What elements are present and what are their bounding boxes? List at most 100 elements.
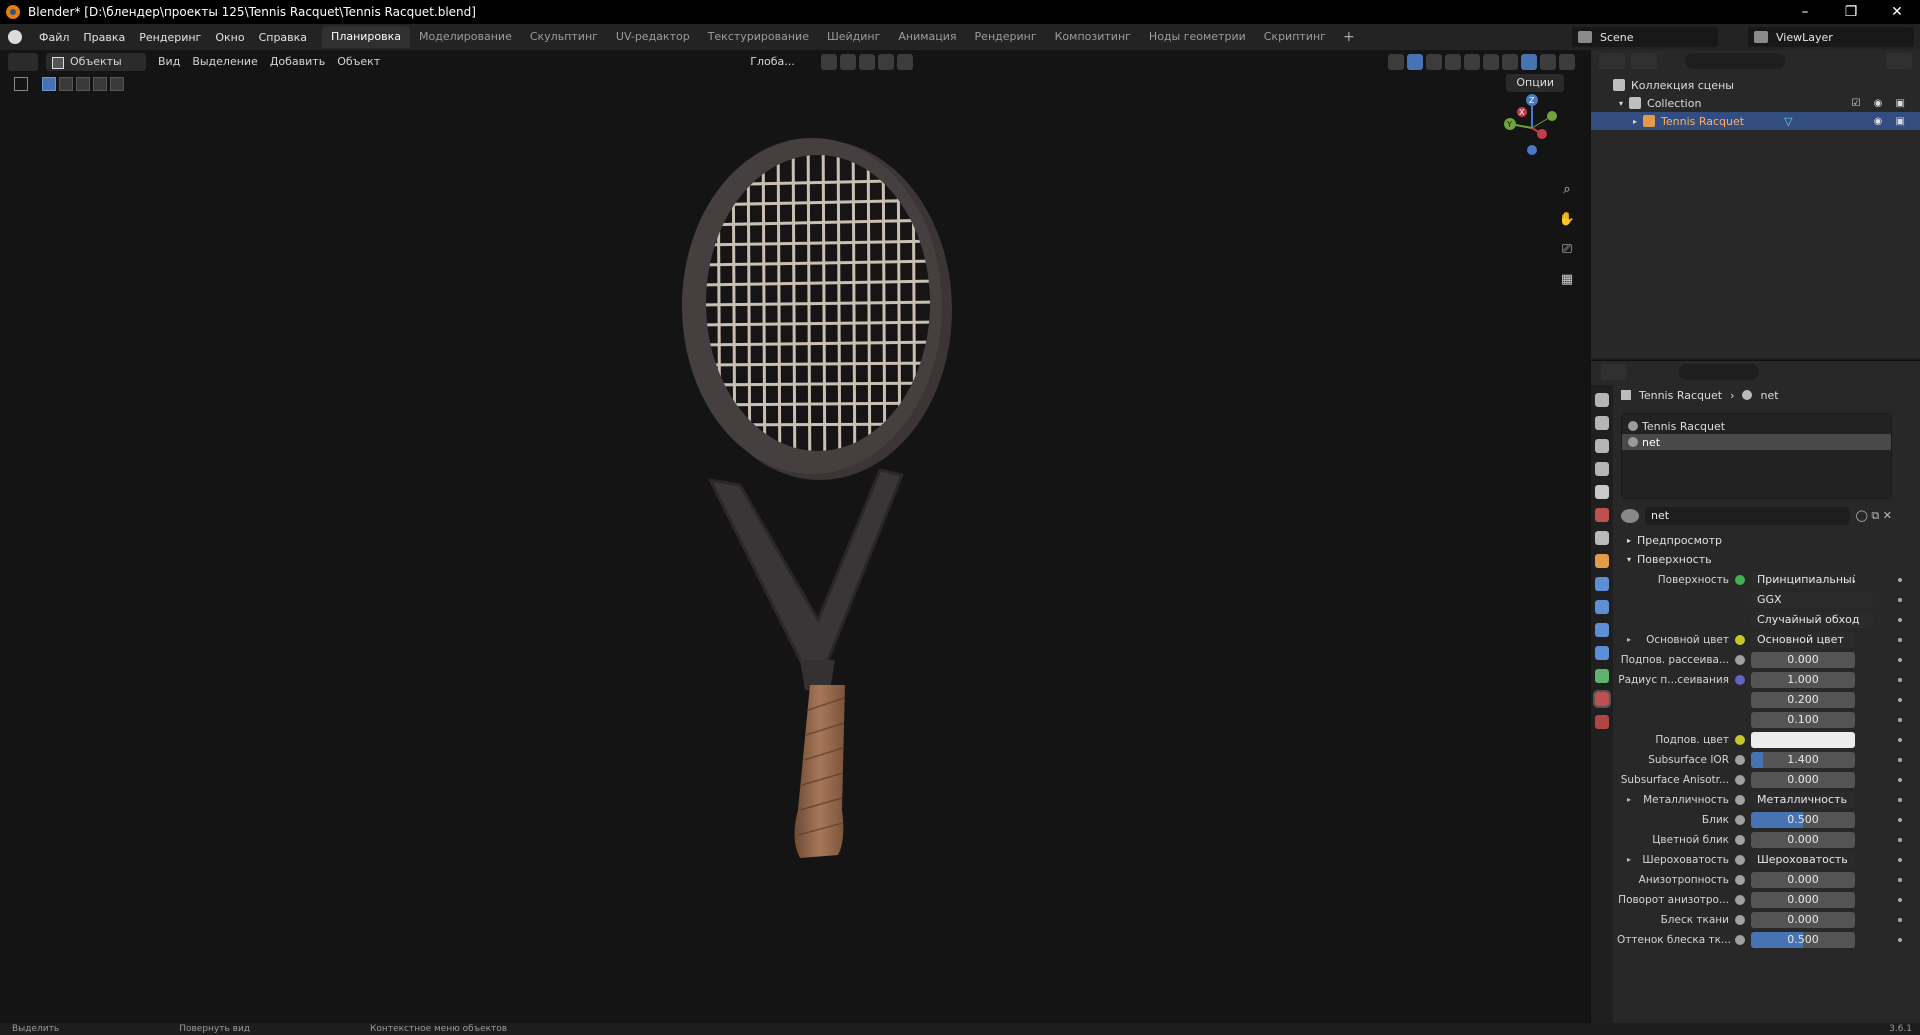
socket-icon[interactable] — [1735, 835, 1745, 845]
socket-icon[interactable] — [1735, 935, 1745, 945]
keyframe-dot-icon[interactable] — [1898, 858, 1902, 862]
view-layer-tab-icon[interactable] — [1595, 462, 1609, 476]
texture-tab-icon[interactable] — [1595, 715, 1609, 729]
pause-icon[interactable] — [1559, 54, 1575, 70]
wireframe-shading-icon[interactable] — [1464, 54, 1480, 70]
keyframe-dot-icon[interactable] — [1898, 738, 1902, 742]
section-surface[interactable]: ▾ Поверхность — [1617, 550, 1920, 569]
tab-scripting[interactable]: Скриптинг — [1255, 26, 1335, 48]
menu-view[interactable]: Вид — [152, 53, 186, 71]
xray-icon[interactable] — [1445, 54, 1461, 70]
number-field[interactable]: 0.000 — [1751, 872, 1855, 888]
select-subtract-icon[interactable] — [76, 77, 90, 91]
tab-modeling[interactable]: Моделирование — [410, 26, 521, 48]
pan-hand-icon[interactable]: ✋ — [1556, 208, 1578, 230]
menu-select[interactable]: Выделение — [186, 53, 264, 71]
pivot-icon[interactable] — [820, 54, 837, 70]
editor-type-button[interactable] — [8, 53, 38, 71]
particles-tab-icon[interactable] — [1595, 600, 1609, 614]
transform-orientation-dropdown[interactable]: Глоба... — [730, 53, 800, 71]
socket-icon[interactable] — [1735, 855, 1745, 865]
add-workspace-icon[interactable]: + — [1335, 29, 1363, 45]
world-tab-icon[interactable] — [1595, 508, 1609, 522]
disclosure-down-icon[interactable]: ▾ — [1619, 99, 1623, 108]
tab-uv-editing[interactable]: UV-редактор — [607, 26, 699, 48]
object-tab-icon[interactable] — [1595, 554, 1609, 568]
keyframe-dot-icon[interactable] — [1898, 658, 1902, 662]
tab-animation[interactable]: Анимация — [889, 26, 965, 48]
material-name-field[interactable]: net — [1645, 507, 1850, 525]
outliner-editor-type-button[interactable] — [1599, 53, 1625, 69]
close-icon[interactable]: ✕ — [1874, 4, 1920, 20]
number-field[interactable]: 0.000 — [1751, 652, 1855, 668]
dropdown-field[interactable]: GGX — [1751, 592, 1873, 608]
render-tab-icon[interactable] — [1595, 416, 1609, 430]
scene-tab-icon[interactable] — [1595, 485, 1609, 499]
number-field[interactable]: 0.000 — [1751, 912, 1855, 928]
output-tab-icon[interactable] — [1595, 439, 1609, 453]
menu-edit[interactable]: Правка — [76, 31, 132, 44]
constraints-tab-icon[interactable] — [1595, 646, 1609, 660]
select-invert-icon[interactable] — [93, 77, 107, 91]
camera-icon[interactable]: ⎚ — [1556, 238, 1578, 260]
socket-icon[interactable] — [1735, 815, 1745, 825]
snap-target-icon[interactable] — [858, 54, 875, 70]
tab-compositing[interactable]: Композитинг — [1046, 26, 1140, 48]
select-extend-icon[interactable] — [59, 77, 73, 91]
falloff-icon[interactable] — [896, 54, 913, 70]
physics-tab-icon[interactable] — [1595, 623, 1609, 637]
tab-texture-paint[interactable]: Текстурирование — [699, 26, 818, 48]
number-field[interactable]: 0.000 — [1751, 892, 1855, 908]
linked-input-field[interactable]: Принципиальный BSDF — [1751, 572, 1855, 588]
data-tab-icon[interactable] — [1595, 669, 1609, 683]
outliner-display-mode-button[interactable] — [1631, 53, 1657, 69]
keyframe-dot-icon[interactable] — [1898, 898, 1902, 902]
material-browse-icon[interactable] — [1621, 509, 1639, 523]
expand-icon[interactable]: ▸ — [1627, 855, 1631, 864]
tab-rendering[interactable]: Рендеринг — [966, 26, 1046, 48]
keyframe-dot-icon[interactable] — [1898, 718, 1902, 722]
menu-object[interactable]: Объект — [331, 53, 386, 71]
keyframe-dot-icon[interactable] — [1898, 838, 1902, 842]
number-field[interactable]: 0.200 — [1751, 692, 1855, 708]
expand-icon[interactable]: ▸ — [1627, 635, 1631, 644]
linked-input-field[interactable]: Основной цвет — [1751, 632, 1855, 648]
grid-perspective-icon[interactable]: ▦ — [1556, 268, 1578, 290]
material-slot-list[interactable]: Tennis Racquet net — [1621, 413, 1892, 499]
dropdown-field[interactable]: Случайный обход — [1751, 612, 1873, 628]
socket-icon[interactable] — [1735, 915, 1745, 925]
gizmo-neg-x-icon[interactable] — [1537, 129, 1547, 139]
outliner-object-tennis-racquet[interactable]: ▸ Tennis Racquet ▽ ◉ ▣ — [1591, 112, 1920, 130]
outliner-scene-collection[interactable]: Коллекция сцены — [1591, 76, 1920, 94]
keyframe-dot-icon[interactable] — [1898, 758, 1902, 762]
gizmo-neg-z-icon[interactable] — [1527, 145, 1537, 155]
shading-options-icon[interactable] — [1540, 54, 1556, 70]
keyframe-dot-icon[interactable] — [1898, 878, 1902, 882]
minimize-icon[interactable]: – — [1782, 4, 1828, 20]
keyframe-dot-icon[interactable] — [1898, 938, 1902, 942]
linked-input-field[interactable]: Шероховатость — [1751, 852, 1855, 868]
tennis-racquet-render[interactable] — [640, 120, 1000, 860]
snap-icon[interactable] — [839, 54, 856, 70]
keyframe-dot-icon[interactable] — [1898, 798, 1902, 802]
socket-icon[interactable] — [1735, 655, 1745, 665]
expand-icon[interactable]: ▸ — [1627, 795, 1631, 804]
socket-icon[interactable] — [1735, 635, 1745, 645]
keyframe-dot-icon[interactable] — [1898, 698, 1902, 702]
tab-layout[interactable]: Планировка — [322, 26, 411, 48]
properties-search-input[interactable] — [1679, 364, 1759, 380]
socket-icon[interactable] — [1735, 875, 1745, 885]
number-field[interactable]: 1.400 — [1751, 752, 1855, 768]
outliner-filter-icon[interactable] — [1886, 53, 1912, 69]
number-field[interactable]: 1.000 — [1751, 672, 1855, 688]
tab-sculpting[interactable]: Скульптинг — [521, 26, 607, 48]
keyframe-dot-icon[interactable] — [1898, 598, 1902, 602]
keyframe-dot-icon[interactable] — [1898, 618, 1902, 622]
number-field[interactable]: 0.500 — [1751, 932, 1855, 948]
modifier-tab-icon[interactable] — [1595, 577, 1609, 591]
socket-icon[interactable] — [1735, 735, 1745, 745]
collection-tab-icon[interactable] — [1595, 531, 1609, 545]
number-field[interactable]: 0.100 — [1751, 712, 1855, 728]
socket-icon[interactable] — [1735, 795, 1745, 805]
material-actions-icon[interactable]: ◯ ⧉ ✕ — [1856, 509, 1892, 523]
